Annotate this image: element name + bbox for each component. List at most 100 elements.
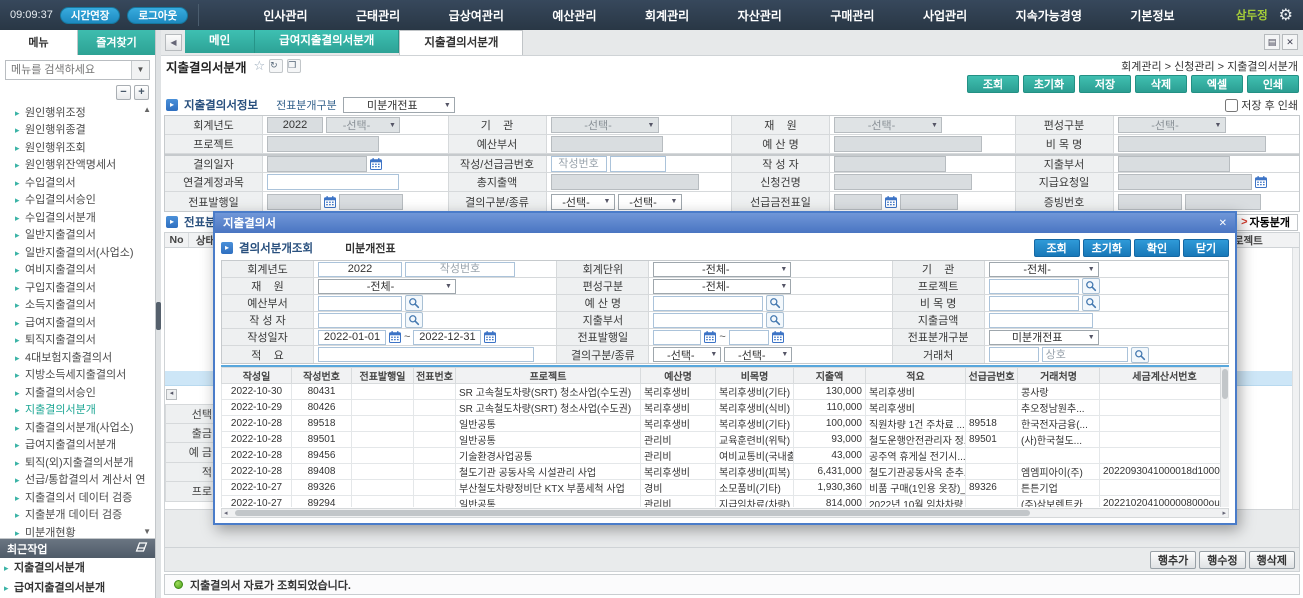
column-header-작성번호[interactable]: 작성번호 [292, 368, 352, 384]
table-row[interactable]: 2022-10-2889456기술환경사업공통관리비여비교통비(국내출장)43,… [222, 448, 1230, 464]
modal-button-닫기[interactable]: 닫기 [1183, 239, 1229, 257]
sidebar-item-지출분개 데이터 검증[interactable]: 지출분개 데이터 검증 [0, 507, 155, 525]
row-button-행삭제[interactable]: 행삭제 [1249, 551, 1295, 569]
m-issue-to-input[interactable] [729, 330, 769, 345]
sidebar-item-퇴직지출결의서[interactable]: 퇴직지출결의서 [0, 332, 155, 350]
sidebar-item-지출결의서승인[interactable]: 지출결의서승인 [0, 385, 155, 403]
pay-request-date-input[interactable] [1118, 174, 1252, 190]
sidebar-item-수입결의서승인[interactable]: 수입결의서승인 [0, 192, 155, 210]
m-budget-name-search-icon[interactable] [766, 295, 784, 311]
gear-icon[interactable]: ⚙ [1279, 5, 1293, 25]
logout-button[interactable]: 로그아웃 [127, 7, 188, 24]
sidebar-item-4대보험지출결의서[interactable]: 4대보험지출결의서 [0, 350, 155, 368]
modal-vertical-scrollbar[interactable] [1220, 367, 1229, 507]
popup-window-icon[interactable]: ❒ [287, 59, 301, 73]
sidebar-item-원인행위조정[interactable]: 원인행위조정 [0, 105, 155, 123]
sidebar-item-여비지출결의서[interactable]: 여비지출결의서 [0, 262, 155, 280]
table-row[interactable]: 2022-10-2980426SR 고속철도차량(SRT) 청소사업(수도권)복… [222, 400, 1230, 416]
toolbar-button-삭제[interactable]: 삭제 [1135, 75, 1187, 93]
column-header-전표발행일[interactable]: 전표발행일 [352, 368, 414, 384]
top-menu-item-예산관리[interactable]: 예산관리 [552, 7, 596, 24]
budget-name-input[interactable] [834, 136, 982, 152]
column-header-예산명[interactable]: 예산명 [641, 368, 716, 384]
sidebar-item-지출결의서분개(사업소)[interactable]: 지출결의서분개(사업소) [0, 420, 155, 438]
sidebar-item-일반지출결의서[interactable]: 일반지출결의서 [0, 227, 155, 245]
m-budget-dept-input[interactable] [318, 296, 402, 311]
slip-type-select[interactable]: 미분개전표 ▼ [343, 97, 455, 113]
document-tab-지출결의서분개[interactable]: 지출결의서분개 [399, 30, 523, 55]
fiscal-year-input[interactable] [267, 117, 323, 133]
project-input[interactable] [267, 136, 379, 152]
m-budget-class-select[interactable]: -전체-▼ [653, 279, 791, 294]
m-budget-name-input[interactable] [653, 296, 763, 311]
m-spend-dept-input[interactable] [653, 313, 763, 328]
top-menu-item-자산관리[interactable]: 자산관리 [738, 7, 782, 24]
sidebar-item-급여지출결의서분개[interactable]: 급여지출결의서분개 [0, 437, 155, 455]
toolbar-button-저장[interactable]: 저장 [1079, 75, 1131, 93]
sidebar-item-수입결의서[interactable]: 수입결의서 [0, 175, 155, 193]
m-slip-type-select[interactable]: 미분개전표▼ [989, 330, 1099, 345]
splitter-grip[interactable] [156, 302, 161, 330]
m-expense-item-input[interactable] [989, 296, 1079, 311]
sidebar-tab-favorites[interactable]: 즐겨찾기 [78, 30, 155, 55]
column-header-프로젝트[interactable]: 프로젝트 [456, 368, 641, 384]
tab-scroll-left-icon[interactable]: ◀ [165, 34, 182, 51]
agency-select[interactable]: -선택-▼ [551, 117, 659, 133]
column-header-작성일[interactable]: 작성일 [222, 368, 292, 384]
column-header-거래처명[interactable]: 거래처명 [1018, 368, 1100, 384]
modal-close-icon[interactable]: ✕ [1219, 218, 1227, 229]
modal-button-초기화[interactable]: 초기화 [1083, 239, 1131, 257]
spending-dept-input[interactable] [1118, 156, 1230, 172]
m-issue-to-calendar-icon[interactable] [772, 331, 784, 343]
table-row[interactable]: 2022-10-2889518일반공통복리후생비복리후생비(기타)100,000… [222, 416, 1230, 432]
row-button-행수정[interactable]: 행수정 [1199, 551, 1245, 569]
slip-issue-date-input[interactable] [267, 194, 321, 210]
resolution-date-calendar-icon[interactable] [370, 158, 382, 170]
sidebar-tab-menu[interactable]: 메뉴 [0, 30, 78, 55]
resolution-date-input[interactable] [267, 156, 367, 172]
sidebar-item-원인행위잔액명세서[interactable]: 원인행위잔액명세서 [0, 157, 155, 175]
extend-session-button[interactable]: 시간연장 [60, 7, 121, 24]
top-menu-item-급상여관리[interactable]: 급상여관리 [449, 7, 504, 24]
m-date-from-input[interactable] [318, 330, 386, 345]
sidebar-item-일반지출결의서(사업소)[interactable]: 일반지출결의서(사업소) [0, 245, 155, 263]
column-header-전표번호[interactable]: 전표번호 [414, 368, 456, 384]
table-row[interactable]: 2022-10-2789294일반공통관리비지급임차료(차량)814,00020… [222, 496, 1230, 508]
total-amount-input[interactable] [551, 174, 699, 190]
eraser-icon[interactable] [135, 542, 148, 556]
m-date-to-calendar-icon[interactable] [484, 331, 496, 343]
modal-titlebar[interactable]: 지출결의서 ✕ [215, 213, 1235, 233]
top-menu-item-사업관리[interactable]: 사업관리 [923, 7, 967, 24]
m-writer-input[interactable] [318, 313, 402, 328]
advance-slip-extra-input[interactable] [900, 194, 958, 210]
doc-no-input[interactable] [551, 156, 607, 172]
pay-request-date-calendar-icon[interactable] [1255, 176, 1267, 188]
m-date-from-calendar-icon[interactable] [389, 331, 401, 343]
advance-slip-calendar-icon[interactable] [885, 196, 897, 208]
m-issue-from-input[interactable] [653, 330, 701, 345]
m-budget-dept-search-icon[interactable] [405, 295, 423, 311]
menu-search-input[interactable] [5, 60, 150, 80]
resolution-kind-select[interactable]: -선택-▼ [618, 194, 682, 210]
print-after-save-checkbox[interactable] [1225, 99, 1238, 112]
sidebar-item-미분개현황[interactable]: 미분개현황 [0, 525, 155, 538]
m-spend-dept-search-icon[interactable] [766, 312, 784, 328]
m-project-search-icon[interactable] [1082, 278, 1100, 294]
m-res-type-select[interactable]: -선택-▼ [653, 347, 721, 362]
m-fund-select[interactable]: -전체-▼ [318, 279, 456, 294]
top-menu-item-기본정보[interactable]: 기본정보 [1130, 7, 1174, 24]
column-header-적요[interactable]: 적요 [866, 368, 966, 384]
scroll-right-icon[interactable]: ▸ [1222, 509, 1226, 518]
tab-list-icon[interactable]: ▤ [1264, 34, 1280, 50]
m-fiscal-year-input[interactable] [318, 262, 402, 277]
m-issue-from-calendar-icon[interactable] [704, 331, 716, 343]
slip-issue-extra-input[interactable] [339, 194, 403, 210]
sidebar-item-구입지출결의서[interactable]: 구입지출결의서 [0, 280, 155, 298]
top-menu-item-인사관리[interactable]: 인사관리 [263, 7, 307, 24]
m-account-unit-select[interactable]: -전체-▼ [653, 262, 791, 277]
m-vendor-search-icon[interactable] [1131, 347, 1149, 363]
fiscal-year-select[interactable]: -선택-▼ [326, 117, 400, 133]
m-date-to-input[interactable] [413, 330, 481, 345]
sidebar-item-지출결의서분개[interactable]: 지출결의서분개 [0, 402, 155, 420]
sidebar-item-선급/통합결의서 계산서 연[interactable]: 선급/통합결의서 계산서 연 [0, 472, 155, 490]
